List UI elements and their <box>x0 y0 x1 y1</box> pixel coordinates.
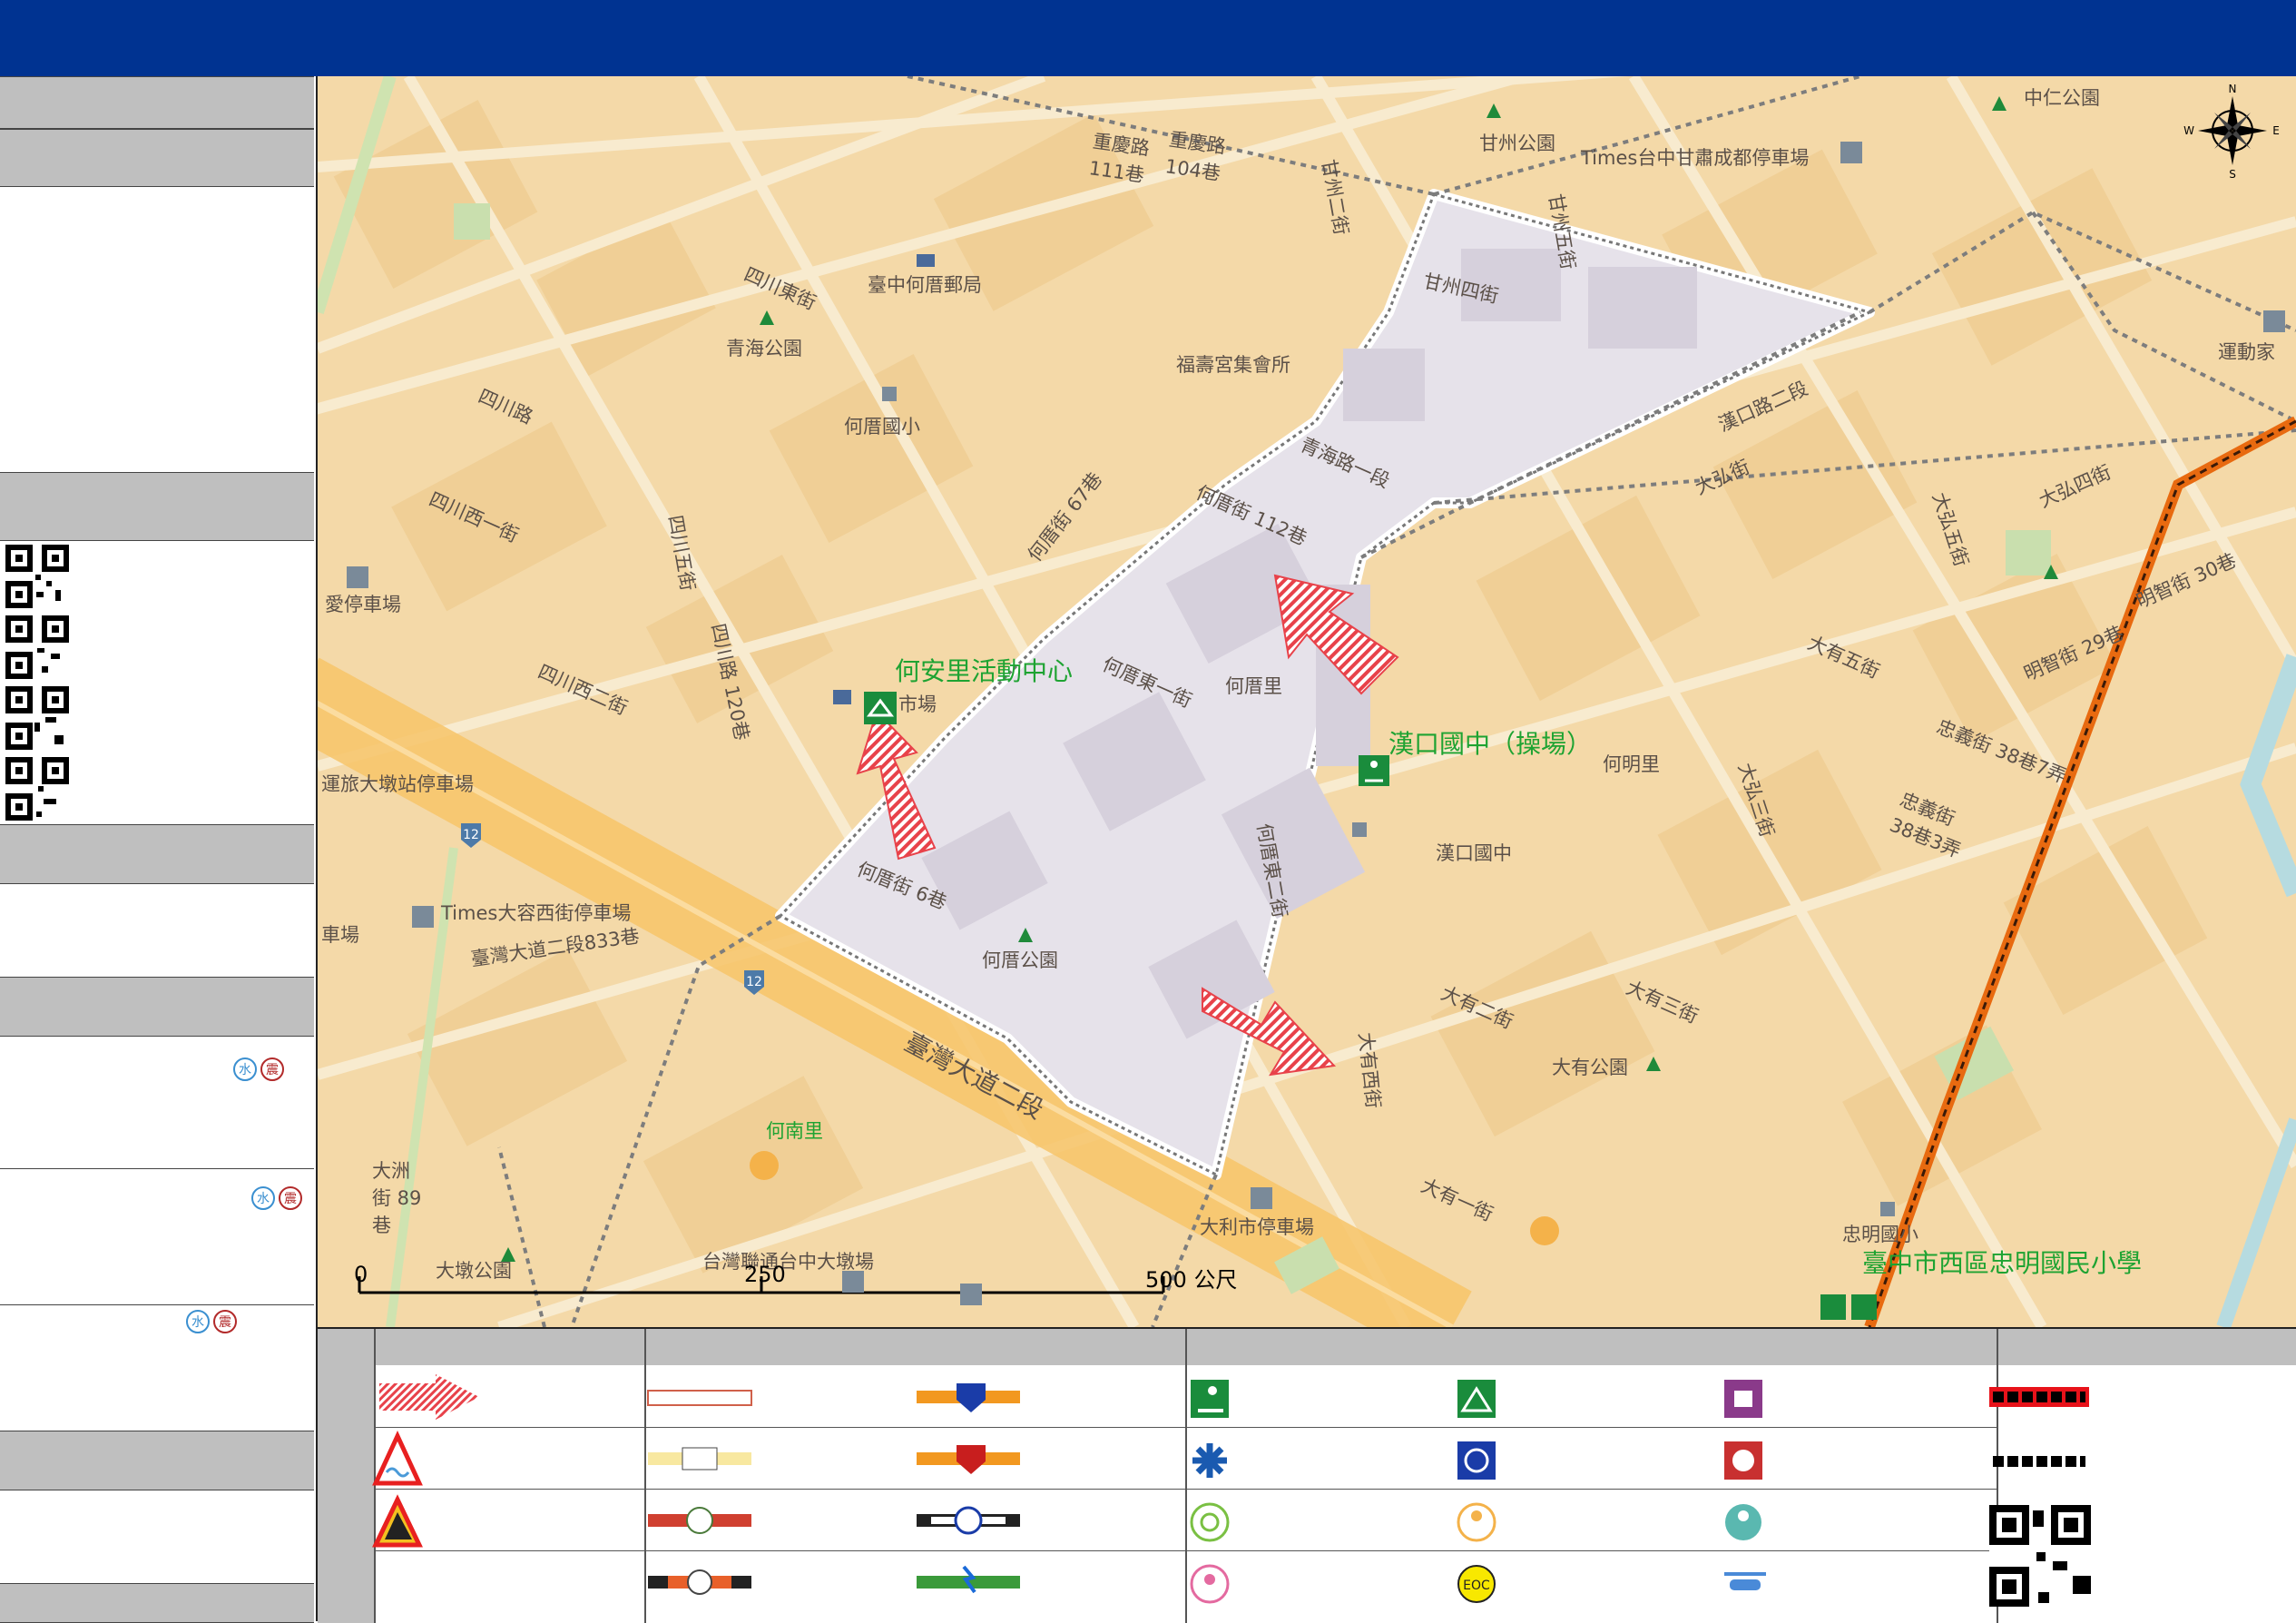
helicopter-icon <box>1724 1572 1766 1590</box>
sidebar-divider <box>0 1168 314 1169</box>
scale-label-500: 500 公尺 <box>1145 1267 1238 1293</box>
qr-code-4-icon[interactable] <box>5 757 69 821</box>
shelter-activity-center-icon <box>864 692 897 724</box>
svg-text:水: 水 <box>239 1063 251 1077</box>
police-icon <box>1457 1441 1496 1480</box>
road-shield-red-icon <box>917 1445 1020 1474</box>
sidebar-section-header-3 <box>0 472 314 541</box>
map-label: 中仁公園 <box>2024 87 2100 109</box>
map-label: 大洲街 89巷 <box>372 1160 422 1236</box>
zhongming-school-label: 臺中市西區忠明國民小學 <box>1862 1248 2143 1278</box>
sidebar-section-header-2 <box>0 129 314 187</box>
shelter-school-field-icon <box>1359 755 1389 786</box>
svg-text:N: N <box>2229 83 2237 95</box>
sidebar-panel: 水 震 水 震 水 震 <box>0 76 318 1623</box>
map-canvas[interactable]: 12 12 N E S W 甘州公園 Times台中甘肅成都停車場 中仁公園 重… <box>318 76 2296 1327</box>
earthquake-badge-icon: 震 <box>279 1186 302 1210</box>
flood-badge-icon: 水 <box>233 1057 257 1081</box>
fire-station-icon <box>1724 1441 1762 1480</box>
elderly-care-icon <box>1457 1502 1496 1542</box>
svg-text:水: 水 <box>257 1192 270 1206</box>
map-label: 大有公園 <box>1552 1057 1628 1078</box>
svg-text:震: 震 <box>266 1063 279 1077</box>
map-label: 漢口國中 <box>1436 842 1512 864</box>
school-field-label: 漢口國中（操場） <box>1388 729 1593 759</box>
map-label: Times大容西街停車場 <box>441 902 632 924</box>
flood-badge-icon: 水 <box>186 1310 210 1333</box>
high-speed-rail-icon <box>917 1565 1020 1594</box>
shelter-school-icon <box>1820 1294 1877 1320</box>
map-label: 青海公園 <box>726 338 802 359</box>
map-label: 大墩公園 <box>436 1260 512 1282</box>
legend-symbols: EOC <box>372 1374 2091 1607</box>
map-label: 運旅大墩站停車場 <box>321 773 474 795</box>
svg-text:E: E <box>2272 124 2280 137</box>
svg-text:W: W <box>2183 124 2194 137</box>
sidebar-divider <box>0 1304 314 1305</box>
earthquake-badge-icon: 震 <box>213 1310 237 1333</box>
road-type-2-icon <box>648 1447 751 1471</box>
map-label: 何南里 <box>766 1120 823 1142</box>
map-label: Times台中甘肅成都停車場 <box>1581 147 1810 169</box>
svg-text:S: S <box>2229 168 2236 181</box>
map-label: 何明里 <box>1603 753 1660 775</box>
sidebar-section-header-1 <box>0 76 314 129</box>
compass-rose-icon: N E S W <box>2183 83 2280 181</box>
map-label: 重慶路 111巷 <box>1087 130 1152 187</box>
shelter-field-icon <box>1191 1380 1229 1418</box>
svg-text:12: 12 <box>746 975 762 989</box>
sidebar-section-header-7 <box>0 1583 314 1623</box>
shop-icon <box>833 690 851 704</box>
road-shield-blue-icon <box>917 1383 1020 1412</box>
sidebar-section-header-6 <box>0 1431 314 1490</box>
map-label: 運動家 <box>2218 341 2275 363</box>
map-label: 福壽宮集會所 <box>1176 354 1290 376</box>
welfare-icon <box>1724 1380 1762 1418</box>
activity-center-label: 何安里活動中心 <box>895 656 1074 686</box>
qr-code-1-icon[interactable] <box>5 545 69 608</box>
accessible-icon <box>1190 1502 1230 1542</box>
sidebar-section-header-5 <box>0 977 314 1037</box>
qr-code-3-icon[interactable] <box>5 686 69 750</box>
medical-icon <box>1191 1441 1229 1480</box>
map-label: 甘州公園 <box>1479 133 1555 154</box>
map-label: 重慶路 104巷 <box>1163 128 1228 185</box>
child-care-icon <box>1725 1504 1761 1540</box>
qr-code-2-icon[interactable] <box>5 615 69 679</box>
map-label: 大利市停車場 <box>1200 1216 1314 1238</box>
svg-text:震: 震 <box>219 1315 231 1330</box>
shelter-building-icon <box>1457 1380 1496 1418</box>
flood-warning-icon <box>372 1431 423 1486</box>
map-label: 台灣聯通台中大墩場 <box>702 1251 874 1273</box>
women-children-icon <box>1190 1564 1230 1604</box>
district-boundary-icon <box>1989 1387 2089 1407</box>
map-label: 臺中何厝郵局 <box>868 274 982 296</box>
map-label: 市場 <box>898 693 937 715</box>
landslide-warning-icon <box>372 1494 423 1548</box>
svg-text:12: 12 <box>463 828 479 842</box>
map-label: 車場 <box>321 924 359 946</box>
svg-text:EOC: EOC <box>1463 1579 1490 1593</box>
legend-qr-code-icon <box>1989 1505 2091 1607</box>
map-label: 何厝公園 <box>982 949 1058 971</box>
map-label: 何厝國小 <box>844 416 920 438</box>
railway-station-icon <box>917 1506 1020 1535</box>
post-office-icon <box>917 254 935 267</box>
eoc-icon: EOC <box>1457 1565 1496 1603</box>
header-bar <box>0 0 2296 78</box>
flood-badge-icon: 水 <box>251 1186 275 1210</box>
map-label: 何厝里 <box>1225 675 1282 697</box>
earthquake-badge-icon: 震 <box>260 1057 284 1081</box>
map-label: 愛停車場 <box>325 594 401 615</box>
evacuation-arrow-icon <box>379 1374 479 1420</box>
legend-panel: EOC <box>318 1327 2296 1623</box>
road-type-4-icon <box>648 1569 751 1595</box>
svg-text:水: 水 <box>191 1315 204 1330</box>
road-type-1-icon <box>647 1390 752 1406</box>
road-type-3-icon <box>648 1507 751 1534</box>
svg-text:震: 震 <box>284 1192 297 1206</box>
scale-label-0: 0 <box>354 1262 368 1287</box>
sidebar-section-header-4 <box>0 824 314 884</box>
scale-label-250: 250 <box>744 1262 786 1287</box>
